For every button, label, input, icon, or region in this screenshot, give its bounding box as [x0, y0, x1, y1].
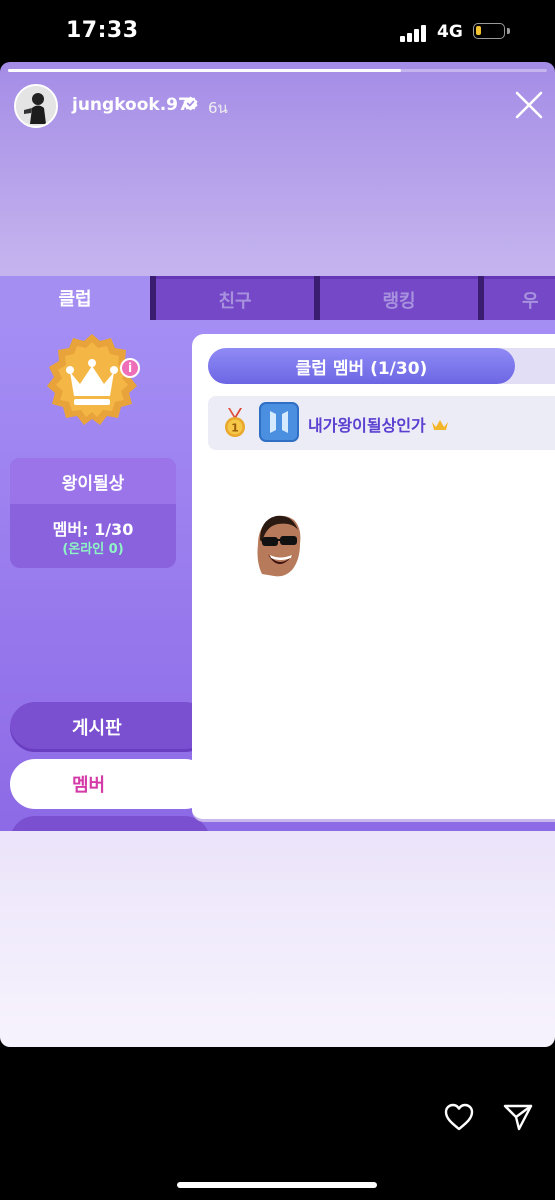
member-name-text: 내가왕이될상인가 [308, 416, 426, 435]
tab-club[interactable]: 클럽 [0, 276, 150, 320]
tab-ranking[interactable]: 랭킹 [320, 276, 478, 320]
network-type: 4G [437, 22, 463, 42]
tab-more[interactable]: 우 [484, 276, 555, 320]
gold-medal-icon: 1 [225, 408, 245, 437]
board-button[interactable]: 게시판 [10, 702, 210, 752]
battery-tip [507, 28, 510, 34]
story-progress-fill [8, 69, 402, 72]
bts-logo-icon [270, 411, 288, 433]
heart-icon[interactable] [443, 1102, 475, 1132]
club-name: 왕이될상 [10, 458, 176, 504]
tab-friends[interactable]: 친구 [156, 276, 314, 320]
panel-header: 클럽 멤버 (1/30) [208, 348, 515, 384]
avatar[interactable] [14, 84, 58, 128]
member-panel: 클럽 멤버 (1/30) 1 내가왕이될상인가 [192, 334, 555, 822]
battery-level [476, 26, 481, 35]
club-online-count: (온라인 0) [62, 542, 124, 557]
battery-icon [473, 23, 505, 39]
club-member-count: 멤버: 1/30 [52, 520, 134, 539]
search-button[interactable]: 찾기 [10, 816, 210, 831]
story-progress-bar [8, 69, 547, 72]
member-row[interactable]: 1 내가왕이될상인가 [208, 396, 555, 450]
club-screen: i 왕이될상 멤버: 1/30 (온라인 0) 게시판 멤버 찾기 클럽 멤버 … [0, 320, 555, 831]
medal-rank: 1 [231, 422, 239, 435]
member-name: 내가왕이될상인가 [308, 412, 449, 436]
members-button[interactable]: 멤버 [10, 759, 210, 809]
signal-strength-icon [400, 24, 428, 42]
status-bar: 17:33 4G [0, 0, 555, 62]
story-time-ago: 6น [208, 99, 228, 117]
member-avatar [259, 402, 299, 442]
story-username[interactable]: jungkook.97 [72, 95, 190, 115]
status-time: 17:33 [66, 18, 139, 43]
crown-icon [432, 420, 449, 430]
club-info-card: 왕이될상 멤버: 1/30 (온라인 0) [10, 458, 176, 568]
verified-badge-icon [183, 96, 198, 111]
game-screenshot: 클럽 친구 랭킹 우 i 왕이될상 멤버: 1/30 (온라인 0) 게시판 멤… [0, 276, 555, 831]
avatar-image [16, 86, 56, 126]
story-viewer[interactable]: jungkook.97 6น 클럽 친구 랭킹 우 i 왕이될상 멤버: 1/3… [0, 62, 555, 1047]
home-indicator [177, 1182, 377, 1188]
club-info-icon[interactable]: i [120, 358, 140, 378]
close-icon[interactable] [514, 90, 544, 120]
crown-badge-icon [47, 334, 137, 425]
send-icon[interactable] [502, 1102, 534, 1132]
laughing-face-sticker [253, 511, 305, 581]
